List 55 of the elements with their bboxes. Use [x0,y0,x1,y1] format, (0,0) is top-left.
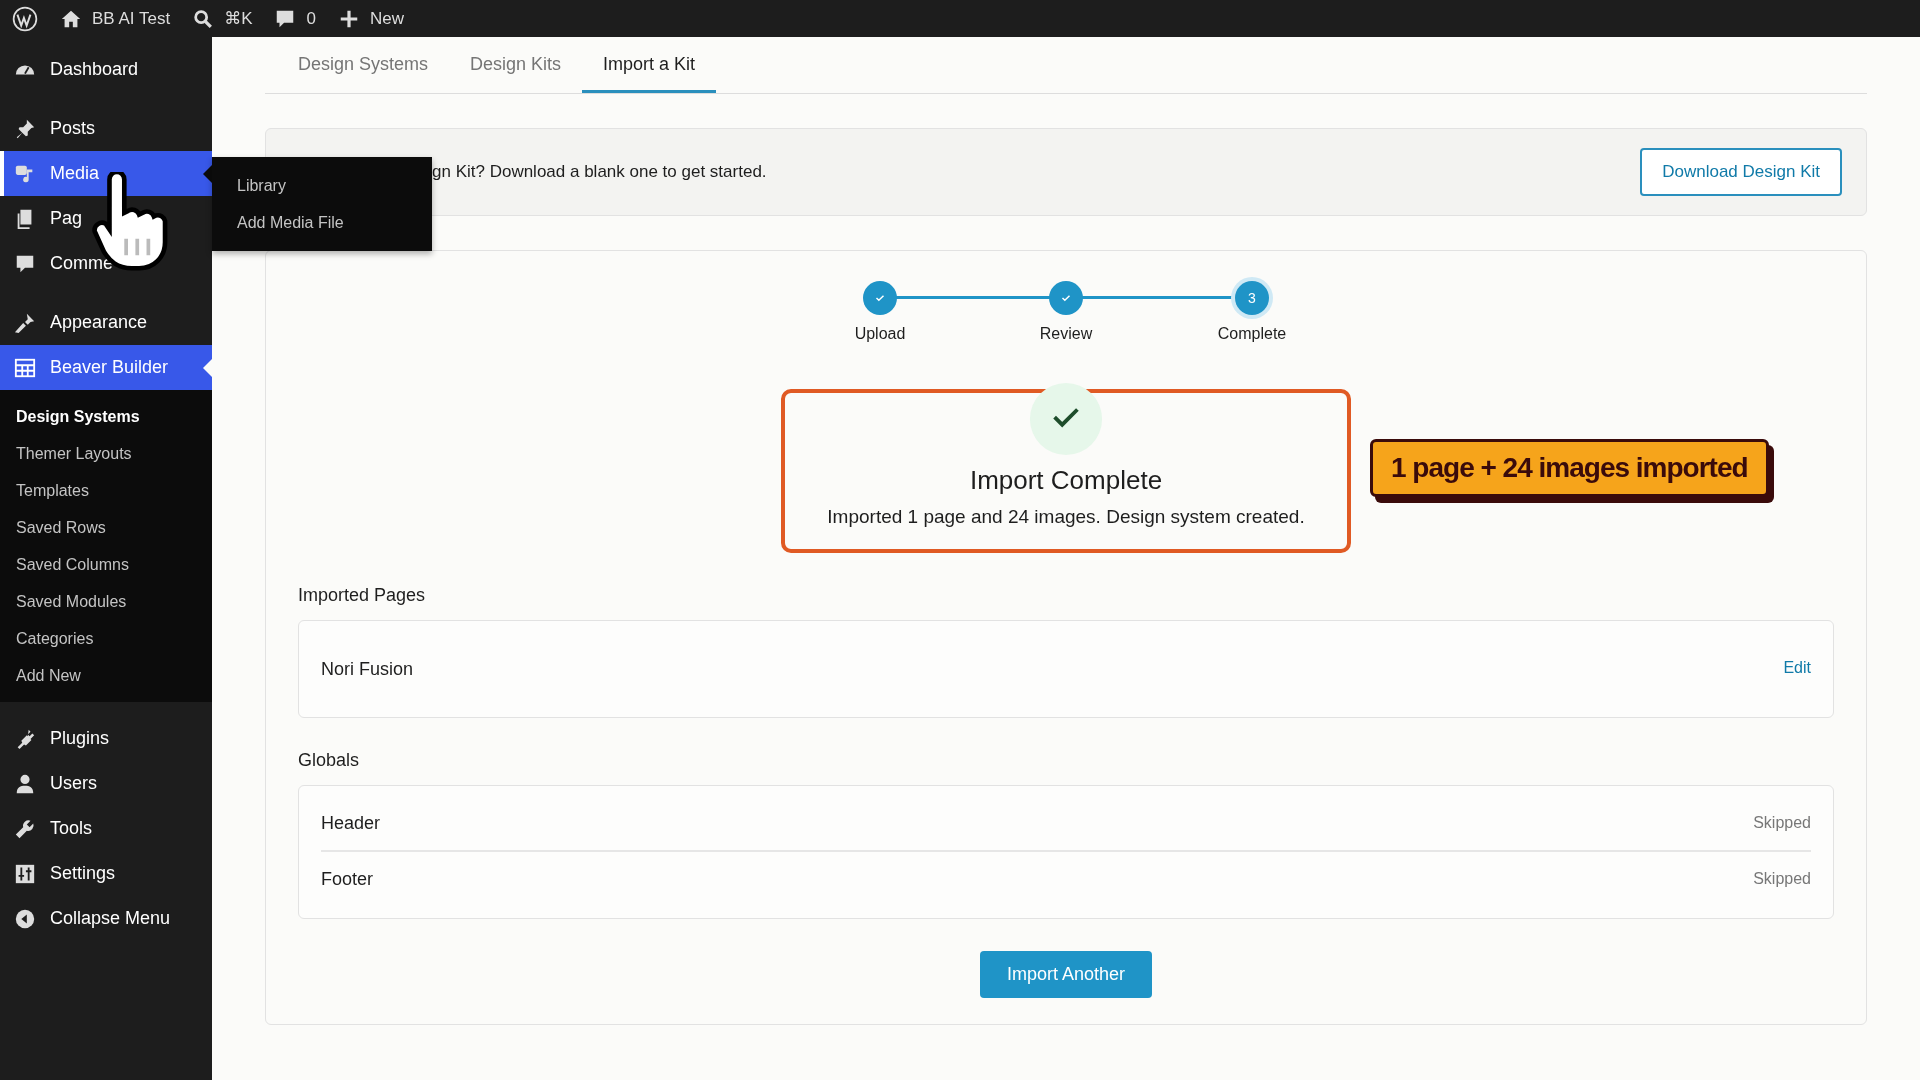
sidebar-item[interactable]: Plugins [0,716,212,761]
sidebar-item[interactable]: Users [0,761,212,806]
tab[interactable]: Design Kits [449,37,583,93]
step-label: Review [1039,325,1093,343]
step-label: Complete [1217,325,1287,343]
submenu-item[interactable]: Design Systems [0,398,212,435]
submenu-item[interactable]: Categories [0,620,212,657]
global-name: Footer [321,868,374,890]
step-label: Upload [854,325,906,343]
sidebar-item[interactable]: Comme [0,241,212,286]
flyout-menu-item[interactable]: Add Media File [212,204,432,241]
sidebar-item[interactable]: Beaver Builder [0,345,212,390]
collapse-icon [14,907,36,930]
result-title: Import Complete [969,465,1163,496]
flyout-menu-item[interactable]: Library [212,167,432,204]
sidebar-item[interactable]: Appearance [0,300,212,345]
submenu-item[interactable]: Saved Rows [0,509,212,546]
submenu-item[interactable]: Themer Layouts [0,435,212,472]
status-label: Skipped [1753,814,1811,832]
page-name: Nori Fusion [321,658,414,680]
edit-link[interactable]: Edit [1783,658,1811,680]
wrench-icon [14,817,36,840]
submenu-item[interactable]: Saved Modules [0,583,212,620]
status-label: Skipped [1753,870,1811,888]
sidebar-item[interactable]: Pag [0,196,212,241]
user-icon [14,772,36,795]
banner-text: gn Kit? Download a blank one to get started. [432,162,767,182]
grid-icon [14,356,36,379]
wordpress-logo-icon[interactable] [12,5,38,32]
section-heading: Globals [298,750,361,771]
global-name: Header [321,812,381,834]
pin-icon [14,117,36,140]
sliders-icon [14,862,36,885]
section-heading: Imported Pages [298,585,427,606]
sidebar-item[interactable]: Tools [0,806,212,851]
tab[interactable]: Import a Kit [582,37,717,93]
check-circle-icon [1028,381,1104,457]
submenu-item[interactable]: Saved Columns [0,546,212,583]
shortcut-label[interactable]: ⌘K [224,8,253,29]
sidebar-item[interactable]: Settings [0,851,212,896]
submenu-item[interactable]: Templates [0,472,212,509]
sidebar-item[interactable]: Posts [0,106,212,151]
sidebar-item[interactable]: Collapse Menu [0,896,212,941]
comment-count[interactable]: 0 [306,8,316,29]
result-message: Imported 1 page and 24 images. Design system created. [827,506,1305,528]
sidebar-item[interactable]: Dashboard [0,47,212,92]
pointer-notch [203,358,212,377]
submenu-item[interactable]: Add New [0,657,212,694]
site-name-link[interactable]: BB AI Test [92,8,171,29]
brush-icon [14,311,36,334]
new-link[interactable]: New [369,8,404,29]
download-design-kit-button[interactable]: Download Design Kit [1640,148,1842,196]
search-icon[interactable] [192,7,215,30]
tab[interactable]: Design Systems [277,37,450,93]
sidebar-item[interactable]: Media [0,151,212,196]
